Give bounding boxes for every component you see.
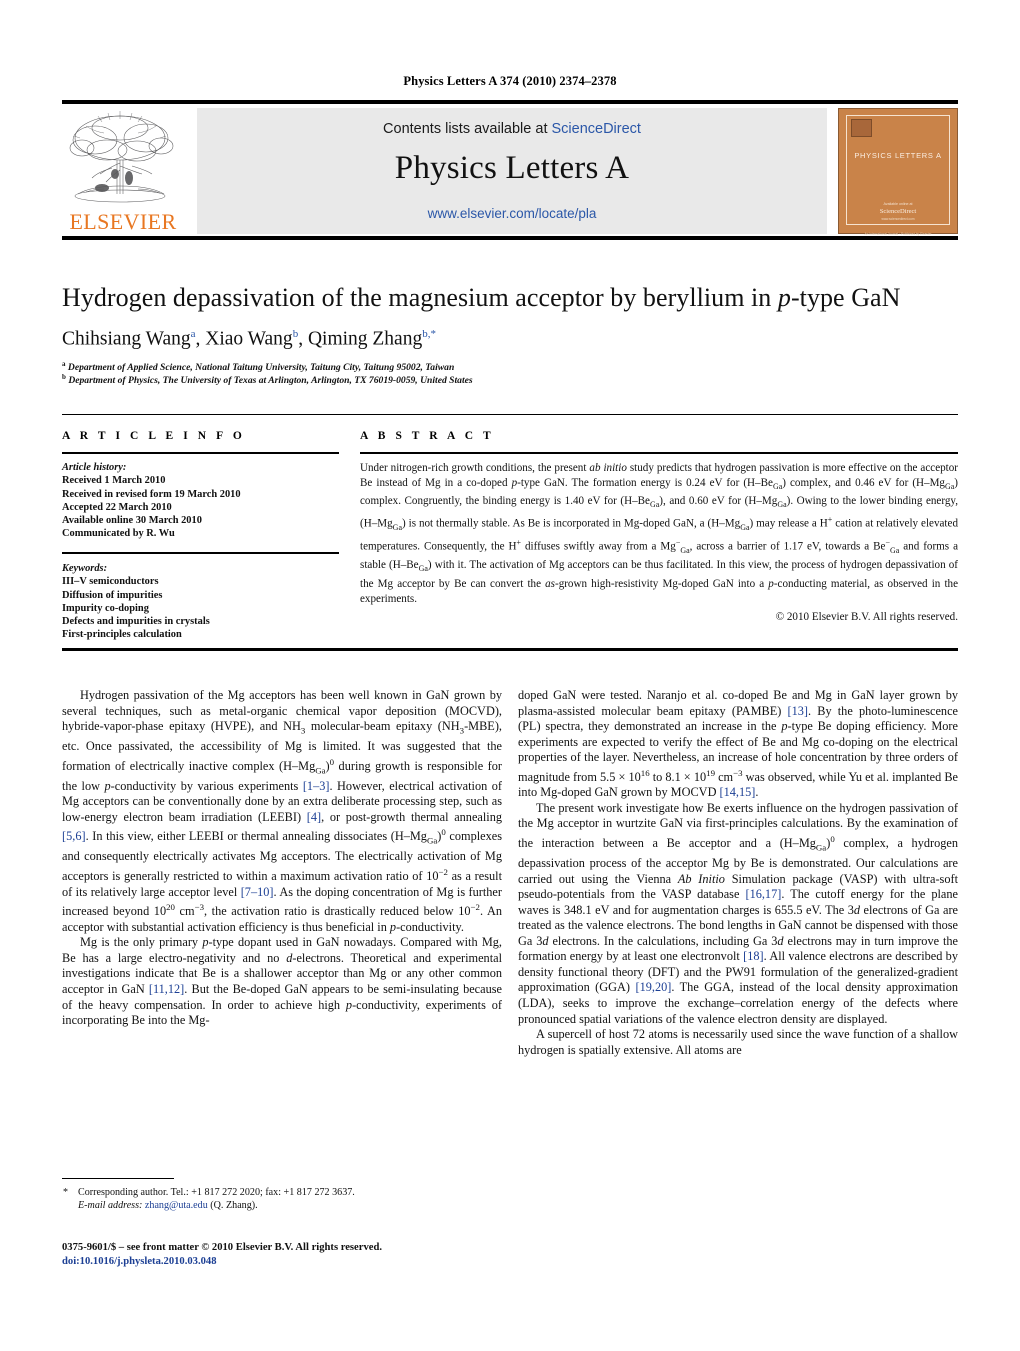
sciencedirect-link[interactable]: ScienceDirect xyxy=(552,121,641,137)
keywords-block: Keywords: III–V semiconductors Diffusion… xyxy=(62,562,344,642)
doi-link[interactable]: doi:10.1016/j.physleta.2010.03.048 xyxy=(62,1255,562,1269)
citation-ref[interactable]: [19,20] xyxy=(635,980,671,994)
journal-title: Physics Letters A xyxy=(394,150,630,186)
citation-ref[interactable]: [11,12] xyxy=(149,982,184,996)
author-list: Chihsiang Wanga, Xiao Wangb, Qiming Zhan… xyxy=(62,328,436,350)
masthead-bottom-rule xyxy=(62,236,958,240)
abstract-header-rule xyxy=(360,452,958,454)
author-3-marks[interactable]: b,* xyxy=(422,328,436,340)
article-info-header: A R T I C L E I N F O xyxy=(62,430,246,442)
cover-journal-title: PHYSICS LETTERS A xyxy=(854,151,942,160)
affiliation-a-mark: a xyxy=(62,360,66,368)
keywords-rule xyxy=(62,552,339,554)
article-first-page: Physics Letters A 374 (2010) 2374–2378 E… xyxy=(0,0,1020,1351)
cover-inner-frame: PHYSICS LETTERS A Available online at Sc… xyxy=(846,115,950,236)
history-item: Available online 30 March 2010 xyxy=(62,515,202,527)
elsevier-wordmark: ELSEVIER xyxy=(69,209,177,234)
cover-footer-url: www.sciencedirect.com xyxy=(881,217,915,221)
paragraph: Mg is the only primary p-type dopant use… xyxy=(62,935,502,1028)
history-item: Accepted 22 March 2010 xyxy=(62,501,172,513)
citation-ref[interactable]: [7–10] xyxy=(241,885,274,899)
article-history-label: Article history: xyxy=(62,462,127,473)
citation-ref[interactable]: [18] xyxy=(743,949,764,963)
abstract-copyright: © 2010 Elsevier B.V. All rights reserved… xyxy=(775,611,958,624)
keywords-label: Keywords: xyxy=(62,563,108,574)
history-item: Communicated by R. Wu xyxy=(62,528,175,540)
elsevier-tree-icon xyxy=(69,111,174,203)
citation-ref[interactable]: [14,15] xyxy=(720,785,756,799)
contents-prefix: Contents lists available at xyxy=(383,121,552,137)
cover-logo-icon xyxy=(851,119,872,137)
paragraph: doped GaN were tested. Naranjo et al. co… xyxy=(518,688,959,800)
article-history-block: Article history: Received 1 March 2010 R… xyxy=(62,461,344,541)
abstract-text: Under nitrogen-rich growth conditions, t… xyxy=(360,462,958,624)
citation-ref[interactable]: [5,6] xyxy=(62,829,86,843)
keyword-item: III–V semiconductors xyxy=(62,576,159,588)
contents-available-line: Contents lists available at ScienceDirec… xyxy=(197,121,827,137)
author-3-name: Qiming Zhang xyxy=(307,328,423,350)
affiliation-a-text: Department of Applied Science, National … xyxy=(67,362,455,374)
footnote-asterisk: * xyxy=(63,1187,68,1198)
keyword-item: Impurity co-doping xyxy=(62,602,149,614)
title-italic-p: p xyxy=(777,283,791,312)
email-label: E-mail address: xyxy=(78,1200,143,1212)
affiliation-b-mark: b xyxy=(62,373,66,381)
affiliation-a: a Department of Applied Science, Nationa… xyxy=(62,360,942,373)
citation-ref[interactable]: [4] xyxy=(307,810,321,824)
info-top-rule xyxy=(62,414,958,415)
abstract-header: A B S T R A C T xyxy=(360,430,495,442)
footnote-separator-rule xyxy=(62,1178,174,1179)
citation-ref[interactable]: [1–3] xyxy=(303,779,330,793)
email-link[interactable]: zhang@uta.edu xyxy=(145,1200,208,1211)
footnote-body: Corresponding author. Tel.: +1 817 272 2… xyxy=(78,1186,502,1212)
journal-url-link[interactable]: www.elsevier.com/locate/pla xyxy=(197,206,827,221)
imprint-block: 0375-9601/$ – see front matter © 2010 El… xyxy=(62,1241,562,1268)
article-title: Hydrogen depassivation of the magnesium … xyxy=(62,283,942,313)
corresponding-author-footnote: * Corresponding author. Tel.: +1 817 272… xyxy=(62,1186,502,1212)
citation-ref[interactable]: [16,17] xyxy=(745,887,781,901)
author-2-name: Xiao Wang xyxy=(205,328,293,350)
running-head: Physics Letters A 374 (2010) 2374–2378 xyxy=(403,74,617,88)
body-column-right: doped GaN were tested. Naranjo et al. co… xyxy=(518,688,958,1058)
affiliation-b-text: Department of Physics, The University of… xyxy=(68,375,473,387)
body-column-left: Hydrogen passivation of the Mg acceptors… xyxy=(62,688,502,1029)
history-item: Received 1 March 2010 xyxy=(62,475,166,487)
imprint-issn-line: 0375-9601/$ – see front matter © 2010 El… xyxy=(62,1242,382,1253)
author-2-marks[interactable]: b xyxy=(293,328,299,340)
title-part-2: -type GaN xyxy=(790,283,901,312)
footnote-email-line: E-mail address: zhang@uta.edu (Q. Zhang)… xyxy=(78,1199,502,1212)
paragraph: Hydrogen passivation of the Mg acceptors… xyxy=(62,688,502,934)
cover-footer-sciencedirect: ScienceDirect xyxy=(879,208,917,215)
history-item: Received in revised form 19 March 2010 xyxy=(62,488,241,500)
email-owner: (Q. Zhang). xyxy=(210,1200,258,1212)
cover-footer-available: Available online at xyxy=(883,202,913,206)
abstract-bottom-rule xyxy=(62,648,958,651)
elsevier-logo: ELSEVIER xyxy=(62,108,184,234)
keyword-item: Diffusion of impurities xyxy=(62,589,163,601)
masthead-top-rule xyxy=(62,100,958,104)
keyword-item: First-principles calculation xyxy=(62,629,182,641)
masthead: ELSEVIER Contents lists available at Sci… xyxy=(62,106,958,236)
paragraph: A supercell of host 72 atoms is necessar… xyxy=(518,1027,958,1057)
author-1-name: Chihsiang Wang xyxy=(62,328,191,350)
footnote-contact-line: Corresponding author. Tel.: +1 817 272 2… xyxy=(78,1187,355,1198)
affiliation-b: b Department of Physics, The University … xyxy=(62,373,942,386)
info-header-rule xyxy=(62,452,339,454)
citation-ref[interactable]: [13] xyxy=(787,704,808,718)
author-1-marks[interactable]: a xyxy=(191,328,196,340)
paragraph: The present work investigate how Be exer… xyxy=(518,800,959,1026)
title-part-1: Hydrogen depassivation of the magnesium … xyxy=(62,283,778,312)
keyword-item: Defects and impurities in crystals xyxy=(62,616,210,628)
contents-band: Contents lists available at ScienceDirec… xyxy=(197,108,827,234)
journal-cover-thumbnail[interactable]: PHYSICS LETTERS A Available online at Sc… xyxy=(838,108,958,236)
